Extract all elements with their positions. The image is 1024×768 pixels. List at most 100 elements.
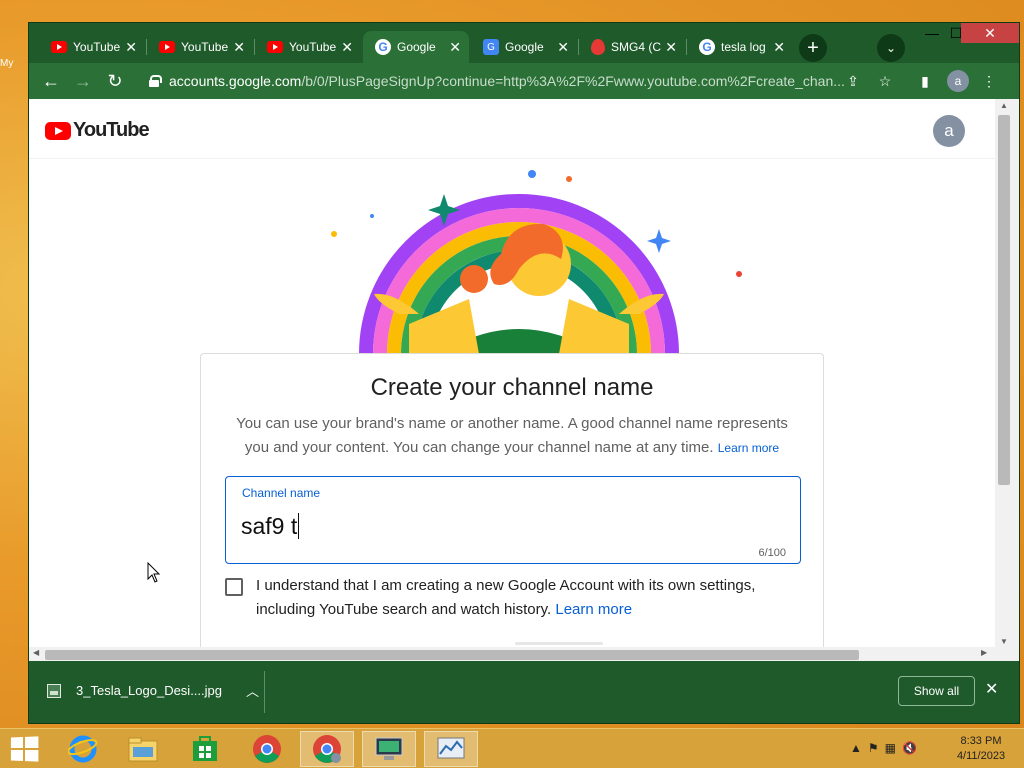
action-center-flag-icon[interactable]: ⚑	[868, 741, 879, 755]
tab-tesla-logo[interactable]: G tesla log ✕	[687, 31, 793, 63]
browser-toolbar: ← → ↻ accounts.google.com /b/0/PlusPageS…	[29, 63, 1019, 99]
text-caret	[298, 513, 300, 539]
url-path: /b/0/PlusPageSignUp?continue=http%3A%2F%…	[301, 73, 845, 89]
youtube-icon	[267, 41, 283, 53]
mouse-cursor-icon	[147, 562, 161, 583]
youtube-play-icon	[45, 121, 71, 140]
divider	[264, 671, 265, 713]
scroll-down-icon[interactable]: ▼	[999, 637, 1009, 646]
consent-learn-more-link[interactable]: Learn more	[555, 601, 632, 618]
volume-muted-icon[interactable]: 🔇	[902, 741, 917, 755]
side-panel-icon[interactable]: ▮	[915, 71, 935, 91]
youtube-icon	[159, 41, 175, 53]
profile-avatar[interactable]: a	[947, 70, 969, 92]
tab-title: Google	[397, 40, 436, 54]
taskbar-clock[interactable]: 8:33 PM 4/11/2023	[948, 734, 1014, 764]
scroll-right-icon[interactable]: ▶	[981, 648, 987, 657]
remote-desktop-icon[interactable]	[362, 731, 416, 767]
internet-explorer-icon[interactable]	[56, 731, 110, 767]
tab-title: YouTube	[73, 40, 121, 54]
close-tab-icon[interactable]: ✕	[125, 39, 137, 56]
tab-google-active[interactable]: G Google ✕	[363, 31, 469, 63]
scroll-up-icon[interactable]: ▲	[999, 101, 1009, 110]
description-learn-more-link[interactable]: Learn more	[718, 441, 779, 455]
downloads-bar: 3_Tesla_Logo_Desi....jpg ︿ Show all ✕	[29, 661, 1019, 723]
smg4-icon	[591, 39, 605, 55]
desktop-icon-label[interactable]: My	[0, 58, 24, 69]
network-icon[interactable]: ▦	[885, 741, 896, 755]
google-icon: G	[699, 39, 715, 55]
horizontal-scroll-thumb[interactable]	[45, 650, 859, 660]
tab-title: YouTube	[181, 40, 229, 54]
download-item[interactable]: 3_Tesla_Logo_Desi....jpg ︿	[47, 681, 259, 700]
close-tab-icon[interactable]: ✕	[449, 39, 461, 56]
system-tray: ▲ ⚑ ▦ 🔇	[850, 741, 917, 755]
horizontal-scrollbar[interactable]: ◀ ▶	[29, 647, 995, 661]
tab-title: Google	[505, 40, 544, 54]
tab-strip: YouTube ✕ YouTube ✕ YouTube ✕ G Google ✕…	[29, 23, 1019, 63]
tab-search-chevron-icon[interactable]: ⌄	[877, 34, 905, 62]
forward-arrow-icon[interactable]: →	[67, 65, 99, 97]
vertical-scrollbar[interactable]: ▲ ▼	[995, 99, 1019, 661]
show-all-button[interactable]: Show all	[898, 676, 975, 706]
tab-smg4[interactable]: SMG4 (C ✕	[579, 31, 685, 63]
file-explorer-icon[interactable]	[116, 731, 170, 767]
tray-overflow-icon[interactable]: ▲	[850, 741, 862, 755]
youtube-wordmark: YouTube	[73, 119, 150, 141]
consent-label: I understand that I am creating a new Go…	[256, 577, 756, 618]
description-text: You can use your brand's name or another…	[236, 415, 788, 456]
channel-name-label: Channel name	[242, 486, 321, 500]
chrome-profile-icon[interactable]	[300, 731, 354, 767]
account-consent-checkbox[interactable]	[225, 578, 243, 596]
store-icon[interactable]	[178, 731, 232, 767]
tab-youtube-3[interactable]: YouTube ✕	[255, 31, 361, 63]
page-title: Create your channel name	[370, 374, 654, 401]
new-tab-button[interactable]: +	[799, 34, 827, 62]
tab-google-translate[interactable]: G Google ✕	[471, 31, 577, 63]
youtube-icon	[51, 41, 67, 53]
tab-title: tesla log	[721, 40, 766, 54]
channel-name-field[interactable]: Channel name saf9 t 6/100	[225, 476, 801, 564]
channel-name-value: saf9 t	[241, 513, 298, 539]
google-translate-icon: G	[483, 39, 499, 55]
tab-title: SMG4 (C	[611, 40, 662, 54]
close-tab-icon[interactable]: ✕	[665, 39, 677, 56]
youtube-header: YouTube a	[29, 99, 995, 159]
consent-text: I understand that I am creating a new Go…	[256, 574, 786, 622]
taskbar: ▲ ⚑ ▦ 🔇 8:33 PM 4/11/2023	[0, 728, 1024, 768]
address-bar[interactable]: accounts.google.com /b/0/PlusPageSignUp?…	[141, 67, 901, 95]
windows-start-icon[interactable]	[10, 736, 39, 762]
divider	[515, 642, 603, 645]
menu-kebab-icon[interactable]: ⋮	[979, 71, 999, 91]
browser-window: YouTube ✕ YouTube ✕ YouTube ✕ G Google ✕…	[28, 22, 1020, 724]
google-icon: G	[375, 39, 391, 55]
char-counter: 6/100	[758, 547, 786, 559]
network-monitor-icon[interactable]	[424, 731, 478, 767]
reload-icon[interactable]: ↻	[99, 65, 131, 97]
account-avatar[interactable]: a	[933, 115, 965, 147]
channel-name-card: Create your channel name You can use you…	[200, 353, 824, 661]
back-arrow-icon[interactable]: ←	[35, 65, 67, 97]
share-icon[interactable]: ⇪	[843, 71, 863, 91]
youtube-logo[interactable]: YouTube	[45, 119, 150, 142]
scroll-left-icon[interactable]: ◀	[33, 648, 39, 657]
close-tab-icon[interactable]: ✕	[773, 39, 785, 56]
close-tab-icon[interactable]: ✕	[557, 39, 569, 56]
tab-youtube-1[interactable]: YouTube ✕	[39, 31, 145, 63]
tab-title: YouTube	[289, 40, 337, 54]
page-viewport: YouTube a Create your channel name You c…	[29, 99, 1019, 661]
download-file-name: 3_Tesla_Logo_Desi....jpg	[76, 683, 222, 698]
tab-youtube-2[interactable]: YouTube ✕	[147, 31, 253, 63]
bookmark-star-icon[interactable]: ☆	[875, 71, 895, 91]
channel-name-input[interactable]: saf9 t	[241, 513, 300, 540]
chrome-icon[interactable]	[240, 731, 294, 767]
vertical-scroll-thumb[interactable]	[998, 115, 1010, 485]
image-file-icon	[47, 683, 61, 698]
lock-icon[interactable]	[149, 75, 162, 87]
close-downloads-icon[interactable]: ✕	[985, 679, 998, 699]
close-window-icon[interactable]: ✕	[961, 23, 1019, 43]
close-tab-icon[interactable]: ✕	[341, 39, 353, 56]
clock-time: 8:33 PM	[960, 735, 1002, 747]
close-tab-icon[interactable]: ✕	[233, 39, 245, 56]
chevron-up-icon[interactable]: ︿	[246, 681, 259, 700]
